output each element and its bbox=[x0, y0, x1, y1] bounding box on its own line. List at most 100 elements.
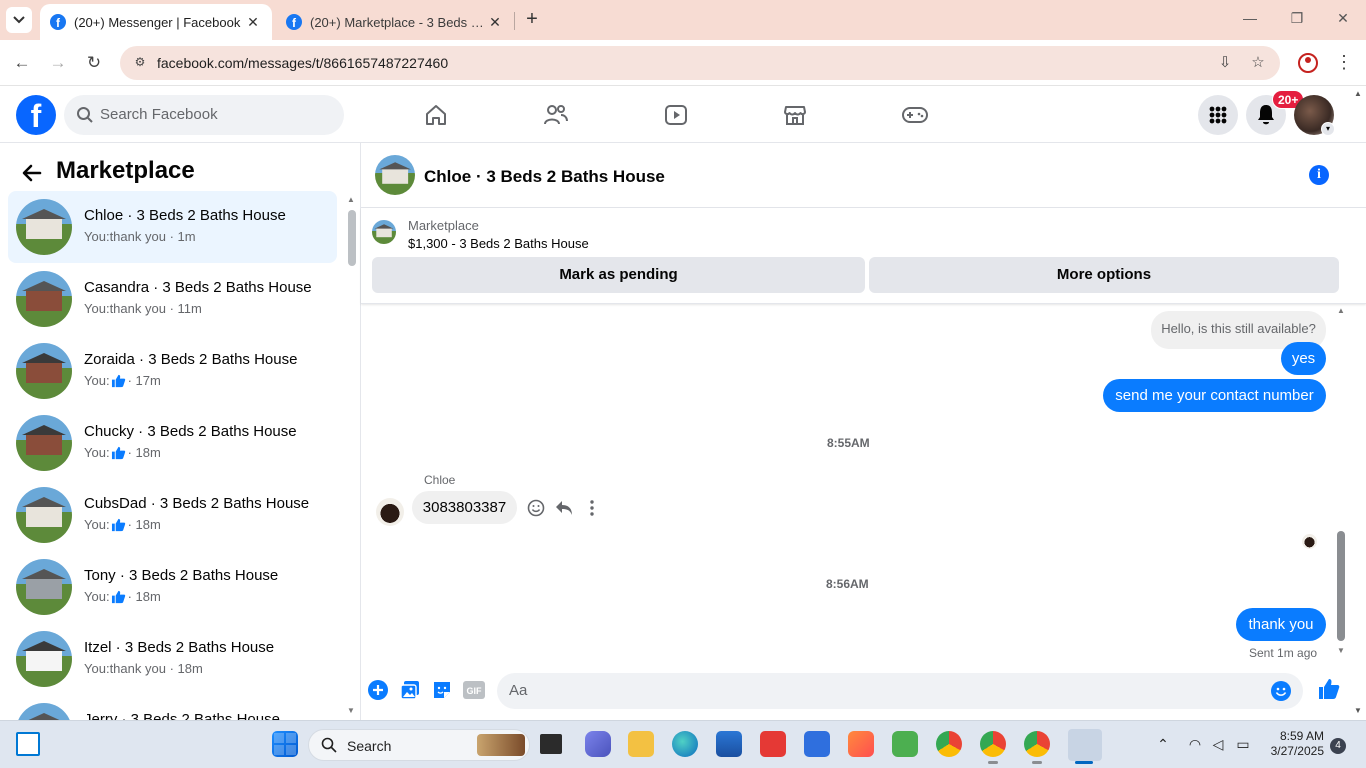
thumbs-up-icon bbox=[111, 518, 125, 531]
edge-browser-icon[interactable] bbox=[672, 731, 698, 757]
file-explorer-icon[interactable] bbox=[628, 731, 654, 757]
install-app-icon[interactable]: ⇩ bbox=[1216, 54, 1234, 72]
scroll-up-arrow-icon[interactable]: ▲ bbox=[347, 195, 355, 204]
anydesk-icon[interactable] bbox=[760, 731, 786, 757]
battery-icon[interactable]: ▭ bbox=[1234, 736, 1252, 753]
taskbar-search[interactable]: Search bbox=[308, 729, 530, 761]
tab-search-button[interactable] bbox=[6, 7, 32, 33]
close-window-icon[interactable]: ✕ bbox=[1333, 10, 1353, 27]
minimize-icon[interactable]: — bbox=[1240, 10, 1260, 26]
message-bubble-sent[interactable]: thank you bbox=[1236, 608, 1326, 641]
home-nav-icon[interactable] bbox=[421, 100, 451, 130]
chat-pane: Chloe · 3 Beds 2 Baths House i Marketpla… bbox=[361, 143, 1366, 720]
bookmark-star-icon[interactable]: ☆ bbox=[1249, 54, 1267, 72]
reload-icon[interactable]: ↻ bbox=[83, 52, 105, 74]
listing-thumbnail[interactable] bbox=[372, 220, 396, 244]
tab-marketplace[interactable]: f (20+) Marketplace - 3 Beds 2 Baths ✕ bbox=[276, 4, 514, 40]
scroll-down-arrow-icon[interactable]: ▼ bbox=[1337, 646, 1345, 655]
task-view-icon[interactable] bbox=[540, 734, 562, 754]
notification-count-badge[interactable]: 4 bbox=[1330, 738, 1346, 754]
facebook-search-input[interactable]: Search Facebook bbox=[64, 95, 344, 135]
sender-avatar[interactable] bbox=[376, 498, 404, 526]
message-thread: Hello, is this still available? yes send… bbox=[361, 305, 1366, 665]
message-bubble-received[interactable]: 3083803387 bbox=[412, 491, 517, 524]
chrome-profile-icon[interactable] bbox=[1024, 731, 1050, 757]
gaming-nav-icon[interactable] bbox=[900, 100, 930, 130]
snipping-tool-icon[interactable] bbox=[1068, 729, 1102, 761]
widgets-icon[interactable] bbox=[16, 732, 40, 756]
message-bubble-sent[interactable]: yes bbox=[1281, 342, 1326, 375]
sticker-button[interactable] bbox=[431, 679, 453, 701]
grid-menu-icon bbox=[1209, 106, 1227, 124]
send-like-button[interactable] bbox=[1317, 677, 1341, 701]
search-highlight-image bbox=[477, 734, 525, 756]
new-tab-button[interactable]: + bbox=[520, 8, 544, 32]
more-options-button[interactable]: More options bbox=[869, 257, 1339, 293]
friends-nav-icon[interactable] bbox=[541, 100, 571, 130]
message-bubble-sent[interactable]: send me your contact number bbox=[1103, 379, 1326, 412]
page-scroll-down-icon[interactable]: ▼ bbox=[1354, 706, 1362, 715]
mark-as-pending-button[interactable]: Mark as pending bbox=[372, 257, 865, 293]
smiley-face-icon bbox=[1275, 687, 1287, 696]
teams-icon[interactable] bbox=[585, 731, 611, 757]
marketplace-nav-icon[interactable] bbox=[780, 100, 810, 130]
more-actions-icon[interactable] bbox=[582, 498, 602, 518]
browser-menu-icon[interactable]: ⋮ bbox=[1335, 52, 1353, 73]
scrollbar-thumb[interactable] bbox=[348, 210, 356, 266]
conversation-item[interactable]: Tony · 3 Beds 2 Baths House You: · 18m bbox=[8, 551, 337, 623]
address-bar[interactable]: ⚙ facebook.com/messages/t/86616574872274… bbox=[120, 46, 1280, 80]
tab-messenger[interactable]: f (20+) Messenger | Facebook ✕ bbox=[40, 4, 272, 40]
listing-price[interactable]: $1,300 - 3 Beds 2 Baths House bbox=[408, 236, 589, 251]
profile-icon[interactable] bbox=[1298, 53, 1318, 73]
close-tab-icon[interactable]: ✕ bbox=[486, 14, 504, 31]
emoji-icon[interactable] bbox=[1271, 681, 1291, 701]
chat-listing-thumbnail[interactable] bbox=[375, 155, 415, 195]
chat-title[interactable]: Chloe · 3 Beds 2 Baths House bbox=[424, 167, 665, 187]
video-nav-icon[interactable] bbox=[661, 100, 691, 130]
conversation-item[interactable]: Casandra · 3 Beds 2 Baths House You: tha… bbox=[8, 263, 337, 335]
app-orange-icon[interactable] bbox=[848, 731, 874, 757]
message-input[interactable]: Aa bbox=[497, 673, 1303, 709]
conversation-item[interactable]: Jerry · 3 Beds 2 Baths House bbox=[8, 695, 337, 720]
conversation-item[interactable]: CubsDad · 3 Beds 2 Baths House You: · 18… bbox=[8, 479, 337, 551]
conversation-item[interactable]: Itzel · 3 Beds 2 Baths House You: thank … bbox=[8, 623, 337, 695]
tab-separator bbox=[514, 12, 515, 30]
scrollbar-thumb[interactable] bbox=[1337, 531, 1345, 641]
scroll-down-arrow-icon[interactable]: ▼ bbox=[347, 706, 355, 715]
site-info-icon[interactable]: ⚙ bbox=[132, 55, 148, 71]
conversation-item[interactable]: Chloe · 3 Beds 2 Baths House You: thank … bbox=[8, 191, 337, 263]
more-actions-button[interactable] bbox=[367, 679, 389, 701]
menu-button[interactable] bbox=[1198, 95, 1238, 135]
page-scroll-up-icon[interactable]: ▲ bbox=[1354, 89, 1362, 98]
listing-banner: Marketplace $1,300 - 3 Beds 2 Baths Hous… bbox=[361, 208, 1366, 304]
gif-button[interactable]: GIF bbox=[463, 679, 485, 701]
scroll-up-arrow-icon[interactable]: ▲ bbox=[1337, 306, 1345, 315]
microsoft-store-icon[interactable] bbox=[716, 731, 742, 757]
start-windows-icon[interactable] bbox=[272, 731, 298, 757]
restore-icon[interactable]: ❐ bbox=[1287, 10, 1307, 27]
back-arrow-icon[interactable] bbox=[20, 161, 44, 185]
chrome-profile-icon[interactable] bbox=[980, 731, 1006, 757]
attach-photo-button[interactable] bbox=[399, 679, 421, 701]
facebook-logo[interactable]: f bbox=[16, 95, 56, 135]
search-placeholder: Search Facebook bbox=[100, 106, 218, 123]
listing-thumbnail bbox=[16, 487, 72, 543]
conversation-item[interactable]: Zoraida · 3 Beds 2 Baths House You: · 17… bbox=[8, 335, 337, 407]
tray-chevron-up-icon[interactable]: ⌃ bbox=[1154, 736, 1172, 753]
vpn-lock-icon[interactable] bbox=[892, 731, 918, 757]
chrome-icon[interactable] bbox=[936, 731, 962, 757]
conversation-item[interactable]: Chucky · 3 Beds 2 Baths House You: · 18m bbox=[8, 407, 337, 479]
react-icon[interactable] bbox=[526, 498, 546, 518]
back-icon[interactable]: ← bbox=[11, 52, 33, 74]
volume-icon[interactable]: ◁ bbox=[1209, 736, 1227, 753]
reply-icon[interactable] bbox=[554, 498, 574, 518]
url-text[interactable]: facebook.com/messages/t/8661657487227460 bbox=[157, 55, 448, 71]
seen-by-avatar bbox=[1302, 534, 1317, 549]
taskbar-clock[interactable]: 8:59 AM 3/27/2025 bbox=[1264, 729, 1324, 759]
account-chevron-icon[interactable]: ▾ bbox=[1321, 122, 1335, 136]
wifi-icon[interactable]: ◠ bbox=[1186, 736, 1204, 753]
notepad-icon[interactable] bbox=[804, 731, 830, 757]
info-icon[interactable]: i bbox=[1309, 165, 1329, 185]
close-tab-icon[interactable]: ✕ bbox=[244, 14, 262, 31]
forward-icon[interactable]: → bbox=[47, 52, 69, 74]
